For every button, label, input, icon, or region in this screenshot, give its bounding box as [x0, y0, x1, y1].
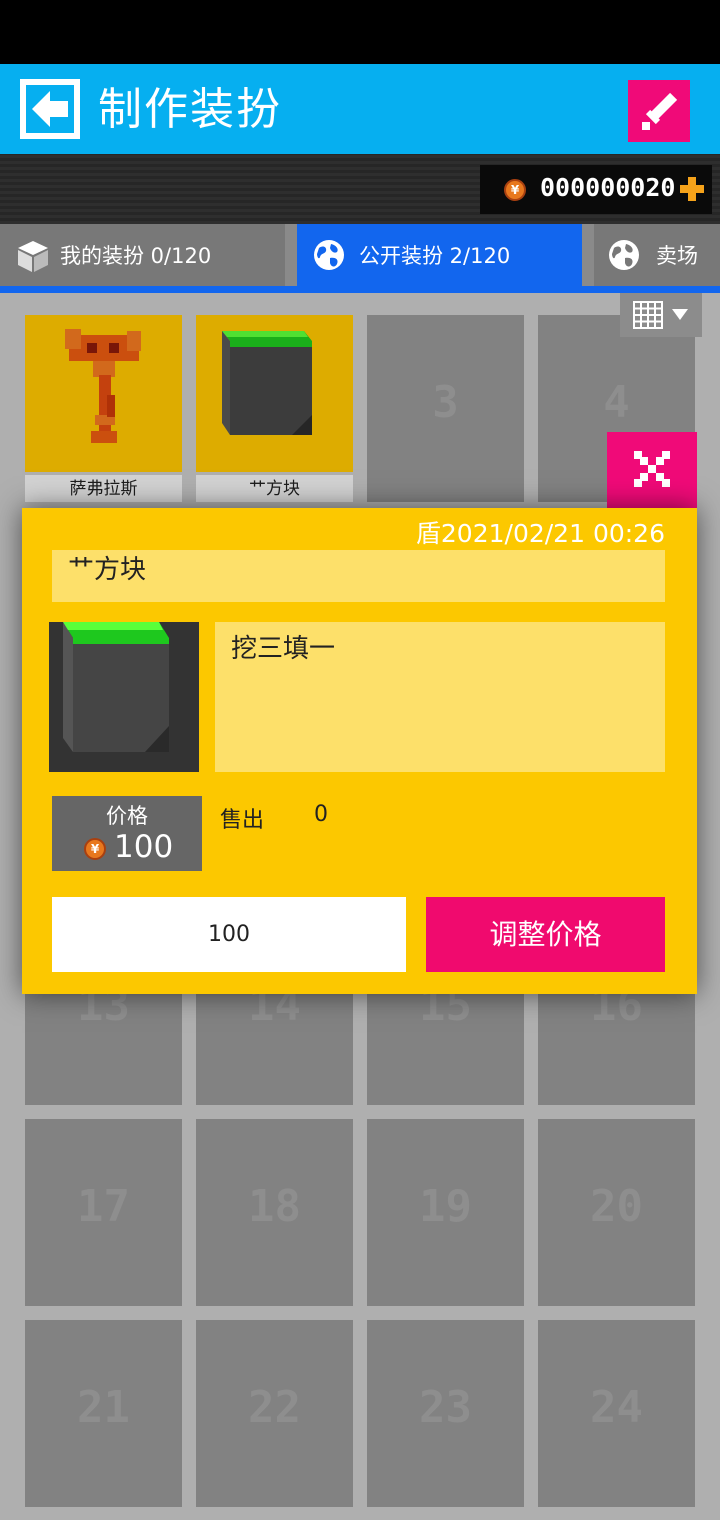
tab-label: 我的装扮 0/120	[60, 244, 212, 268]
price-value: 100	[114, 829, 174, 865]
plus-icon[interactable]	[680, 177, 704, 201]
price-box: 价格 ¥ 100	[52, 796, 202, 871]
coin-icon: ¥	[504, 179, 526, 201]
sold-label: 售出	[220, 808, 265, 833]
price-input[interactable]: 100	[52, 897, 406, 972]
tab-underline	[0, 286, 720, 293]
tab-market[interactable]: 卖场	[594, 224, 720, 286]
coin-balance: ¥ 000000020	[480, 165, 712, 214]
tab-public-outfits[interactable]: 公开装扮 2/120	[297, 224, 582, 286]
close-icon	[634, 451, 670, 487]
currency-bar: ¥ 000000020	[0, 154, 720, 224]
cube-icon	[18, 241, 48, 272]
outfit-preview	[49, 622, 199, 772]
price-label: 价格	[106, 804, 148, 828]
adjust-price-button[interactable]: 调整价格	[426, 897, 665, 972]
coin-value: 000000020	[540, 173, 676, 202]
grid-view-icon	[633, 301, 688, 329]
globe-icon	[609, 240, 639, 270]
close-button[interactable]	[607, 432, 697, 508]
tab-label: 公开装扮 2/120	[359, 244, 511, 268]
edit-button[interactable]	[628, 80, 690, 142]
tab-bar: 我的装扮 0/120 公开装扮 2/120 卖场	[0, 224, 720, 286]
tab-my-outfits[interactable]: 我的装扮 0/120	[0, 224, 285, 286]
status-bar	[0, 0, 720, 64]
back-button[interactable]	[20, 79, 80, 139]
sword-icon	[642, 92, 678, 130]
publish-date: 盾2021/02/21 00:26	[415, 519, 665, 548]
page-title: 制作装扮	[98, 84, 282, 135]
coin-icon: ¥	[84, 838, 106, 860]
app-header: 制作装扮	[0, 64, 720, 154]
view-mode-button[interactable]	[620, 293, 702, 337]
outfit-name-field[interactable]: 艹方块	[52, 550, 665, 602]
globe-icon	[314, 240, 344, 270]
tab-label: 卖场	[656, 244, 698, 268]
back-arrow-icon	[26, 85, 74, 133]
sold-count: 0	[314, 802, 328, 827]
description-field[interactable]: 挖三填一	[215, 622, 665, 772]
outfit-detail-dialog: 盾2021/02/21 00:26 艹方块 挖三填一 价格 ¥ 100 售出 0…	[22, 508, 697, 994]
block-icon	[49, 622, 199, 772]
